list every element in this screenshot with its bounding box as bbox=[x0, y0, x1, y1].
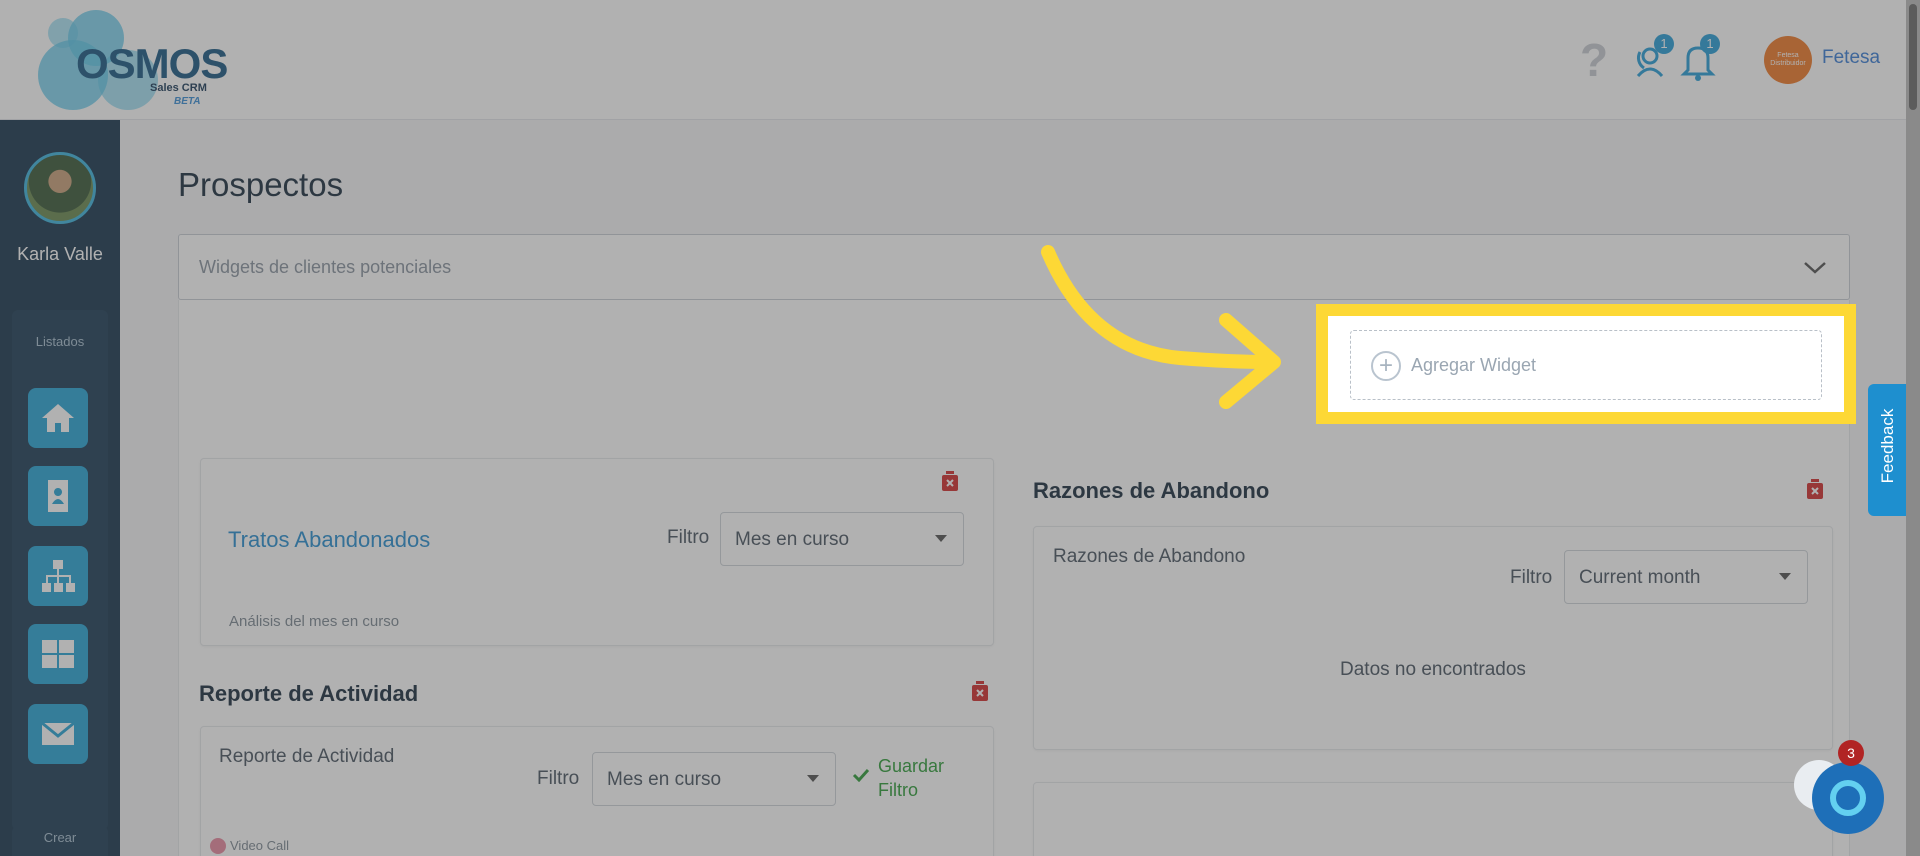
plus-circle-icon: + bbox=[1371, 351, 1401, 381]
chat-launcher-button[interactable] bbox=[1812, 762, 1884, 834]
feedback-label: Feedback bbox=[1878, 408, 1897, 484]
scrollbar-track[interactable] bbox=[1906, 0, 1920, 856]
add-widget-label: Agregar Widget bbox=[1411, 355, 1537, 375]
add-widget-button[interactable]: + Agregar Widget bbox=[1350, 330, 1822, 400]
scrollbar-thumb[interactable] bbox=[1909, 4, 1917, 110]
chat-unread-badge: 3 bbox=[1838, 740, 1864, 766]
tutorial-overlay bbox=[0, 0, 1920, 856]
pointer-arrow-icon bbox=[1041, 245, 1281, 409]
feedback-tab[interactable]: Feedback bbox=[1868, 384, 1908, 516]
